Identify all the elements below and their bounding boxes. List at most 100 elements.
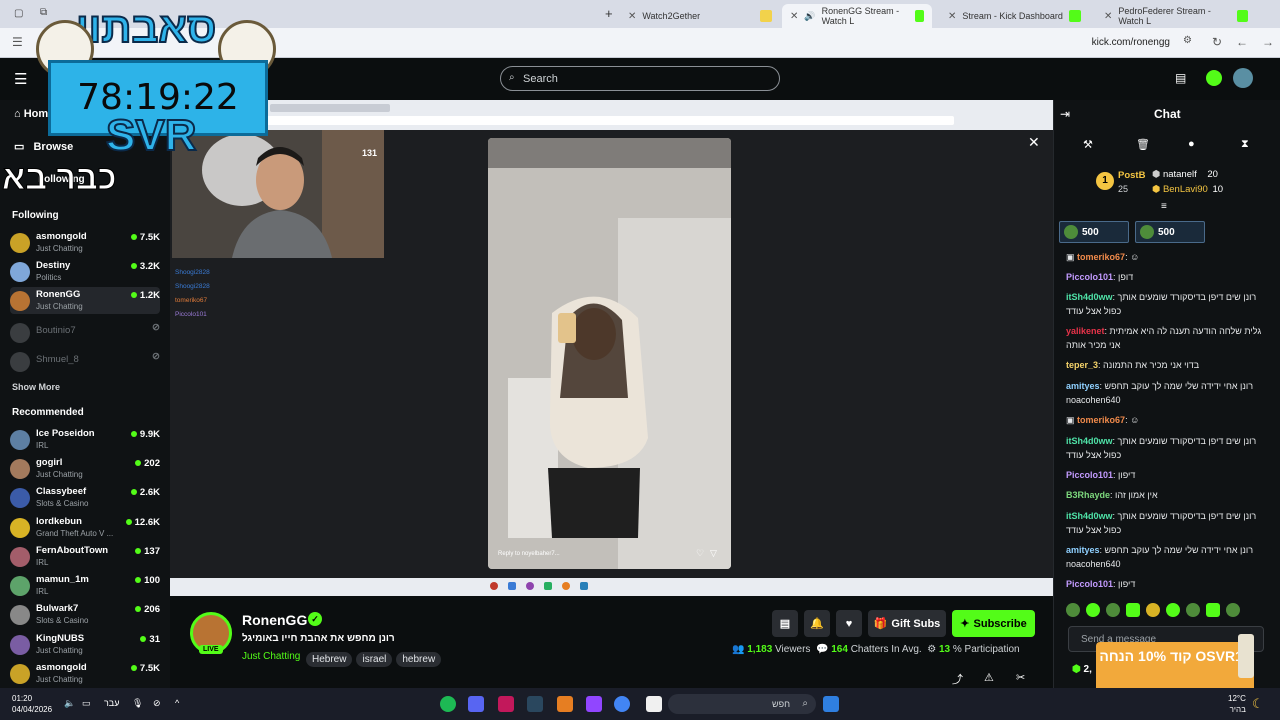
back-icon[interactable]: ←: [1236, 35, 1248, 49]
chat-username[interactable]: Piccolo101: [1066, 272, 1113, 282]
chat-username[interactable]: Piccolo101: [1066, 470, 1113, 480]
sidebar-item-channel[interactable]: gogirl Just Chatting 202: [10, 455, 160, 482]
chat-username[interactable]: amityes: [1066, 545, 1100, 555]
tag-hebrew[interactable]: Hebrew: [306, 652, 353, 667]
windows-start-icon[interactable]: [823, 696, 839, 712]
tab-watch2gether[interactable]: ✕ Watch2Gether: [620, 4, 780, 28]
pinned-tip[interactable]: 500: [1135, 221, 1205, 243]
emote-icon[interactable]: [1086, 603, 1100, 617]
network-icon[interactable]: ▭: [82, 698, 91, 709]
emote-icon[interactable]: [1066, 603, 1080, 617]
chat-username[interactable]: amityes: [1066, 381, 1100, 391]
notifications-button[interactable]: 🔔: [804, 610, 830, 637]
slow-mode-icon[interactable]: ⧗: [1241, 138, 1249, 151]
tag-israel[interactable]: israel: [356, 652, 393, 667]
report-icon[interactable]: ⚠: [984, 671, 994, 684]
forward-icon[interactable]: →: [1262, 35, 1274, 49]
share-icon[interactable]: ⤴: [952, 671, 963, 687]
reload-icon[interactable]: ↻: [1212, 35, 1222, 49]
site-settings-icon[interactable]: ⚙: [1183, 35, 1192, 46]
sidebar-item-channel[interactable]: FernAboutTown IRL 137: [10, 543, 160, 570]
file-explorer-icon[interactable]: [646, 696, 662, 712]
microphone-icon[interactable]: 🎙: [132, 698, 143, 709]
sidebar-item-channel[interactable]: Shmuel_8 ⊘: [10, 348, 160, 375]
sidebar-toggle-icon[interactable]: ☰: [12, 35, 23, 49]
weather-widget[interactable]: 12°C בהיר: [1228, 693, 1246, 715]
avatar[interactable]: [1233, 68, 1253, 88]
chrome-icon[interactable]: [614, 696, 630, 712]
expand-leaderboard-icon[interactable]: ≡: [1161, 201, 1167, 212]
sidebar-item-channel[interactable]: asmongold Just Chatting 7.5K: [10, 660, 160, 687]
twitch-icon[interactable]: [586, 696, 602, 712]
collapse-chat-icon[interactable]: ⇥: [1060, 107, 1070, 121]
chat-username[interactable]: tomeriko67: [1077, 252, 1125, 262]
sidebar-item-channel[interactable]: Destiny Politics 3.2K: [10, 258, 160, 285]
sidebar-item-channel[interactable]: KingNUBS Just Chatting 31: [10, 631, 160, 658]
emote-icon[interactable]: [1106, 603, 1120, 617]
chat-username[interactable]: teper_3: [1066, 360, 1098, 370]
sidebar-item-channel[interactable]: asmongold Just Chatting 7.5K: [10, 229, 160, 256]
close-icon[interactable]: ✕: [790, 11, 798, 22]
tag-hebrew-lower[interactable]: hebrew: [396, 652, 442, 667]
inbox-icon[interactable]: ▤: [1175, 71, 1186, 85]
volume-icon[interactable]: 🔈: [64, 698, 75, 709]
chat-username[interactable]: itSh4d0ww: [1066, 436, 1113, 446]
emote-icon[interactable]: [1186, 603, 1200, 617]
close-icon[interactable]: ✕: [948, 11, 956, 22]
close-icon[interactable]: ✕: [628, 11, 636, 22]
chat-mode-icon[interactable]: ●: [1188, 138, 1195, 150]
notifications-off-icon[interactable]: ⊘: [153, 698, 161, 709]
sidebar-item-channel[interactable]: Classybeef Slots & Casino 2.6K: [10, 484, 160, 511]
sidebar-item-channel[interactable]: Boutinio7 ⊘: [10, 319, 160, 346]
emote-icon[interactable]: [1226, 603, 1240, 617]
emote-icon[interactable]: [1166, 603, 1180, 617]
trash-icon[interactable]: 🗑: [1136, 138, 1150, 151]
emote-icon[interactable]: [1146, 603, 1160, 617]
pinned-tip[interactable]: 500: [1059, 221, 1129, 243]
sidebar-item-channel[interactable]: RonenGG Just Chatting 1.2K: [10, 287, 160, 314]
kick-points[interactable]: ⬢ 2,: [1072, 664, 1092, 675]
stream-category-link[interactable]: Just Chatting: [242, 651, 300, 662]
search-input[interactable]: ⌕ Search: [500, 66, 780, 91]
kick-points-icon[interactable]: [1206, 70, 1222, 86]
sidebar-item-channel[interactable]: Ice Poseidon IRL 9.9K: [10, 426, 160, 453]
sidebar-item-channel[interactable]: lordkebun Grand Theft Auto V ... 12.6K: [10, 514, 160, 541]
emote-icon[interactable]: [1206, 603, 1220, 617]
chat-username[interactable]: tomeriko67: [1077, 415, 1125, 425]
chat-username[interactable]: itSh4d0ww: [1066, 511, 1113, 521]
taskbar-search[interactable]: חפש ⌕: [668, 694, 816, 714]
url-field[interactable]: kick.com/ronengg: [1092, 37, 1170, 48]
tab-overview-icon[interactable]: ⧉: [40, 7, 47, 18]
window-menu-icon[interactable]: ▢: [14, 8, 23, 19]
subscribe-button[interactable]: ✦ Subscribe: [952, 610, 1035, 637]
chat-username[interactable]: yalikenet: [1066, 326, 1105, 336]
steam-icon[interactable]: [527, 696, 543, 712]
mod-hammer-icon[interactable]: ⚒: [1083, 138, 1093, 151]
app-icon[interactable]: [498, 696, 514, 712]
follow-button[interactable]: ♥: [836, 610, 862, 637]
chevron-up-icon[interactable]: ^: [175, 698, 179, 708]
menu-icon[interactable]: ☰: [14, 70, 27, 88]
tab-kick-dashboard[interactable]: ✕ Stream - Kick Dashboard: [940, 4, 1090, 28]
chat-username[interactable]: Piccolo101: [1066, 579, 1113, 589]
show-more-link[interactable]: Show More: [12, 382, 60, 392]
clip-icon[interactable]: ✂: [1016, 671, 1025, 684]
channel-name[interactable]: RonenGG: [242, 612, 307, 628]
discord-icon[interactable]: [468, 696, 484, 712]
tab-pedrofederer[interactable]: ✕ PedroFederer Stream - Watch L: [1096, 4, 1256, 28]
app-icon[interactable]: [557, 696, 573, 712]
chat-username[interactable]: itSh4d0ww: [1066, 292, 1113, 302]
sidebar-item-channel[interactable]: Bulwark7 Slots & Casino 206: [10, 601, 160, 628]
nav-browse[interactable]: ▭ Browse: [14, 140, 73, 153]
close-icon[interactable]: ✕: [1028, 134, 1040, 151]
close-icon[interactable]: ✕: [1104, 11, 1112, 22]
theater-mode-button[interactable]: ▤: [772, 610, 798, 637]
sidebar-item-channel[interactable]: mamun_1m IRL 100: [10, 572, 160, 599]
new-tab-icon[interactable]: +: [605, 6, 613, 21]
tab-ronengg[interactable]: ✕ 🔊 RonenGG Stream - Watch L: [782, 4, 932, 28]
spotify-icon[interactable]: [440, 696, 456, 712]
chat-username[interactable]: B3Rhayde: [1066, 490, 1110, 500]
gift-subs-button[interactable]: 🎁 Gift Subs: [868, 610, 946, 637]
emote-icon[interactable]: [1126, 603, 1140, 617]
clock[interactable]: 01:20 04/04/2026: [12, 693, 52, 715]
